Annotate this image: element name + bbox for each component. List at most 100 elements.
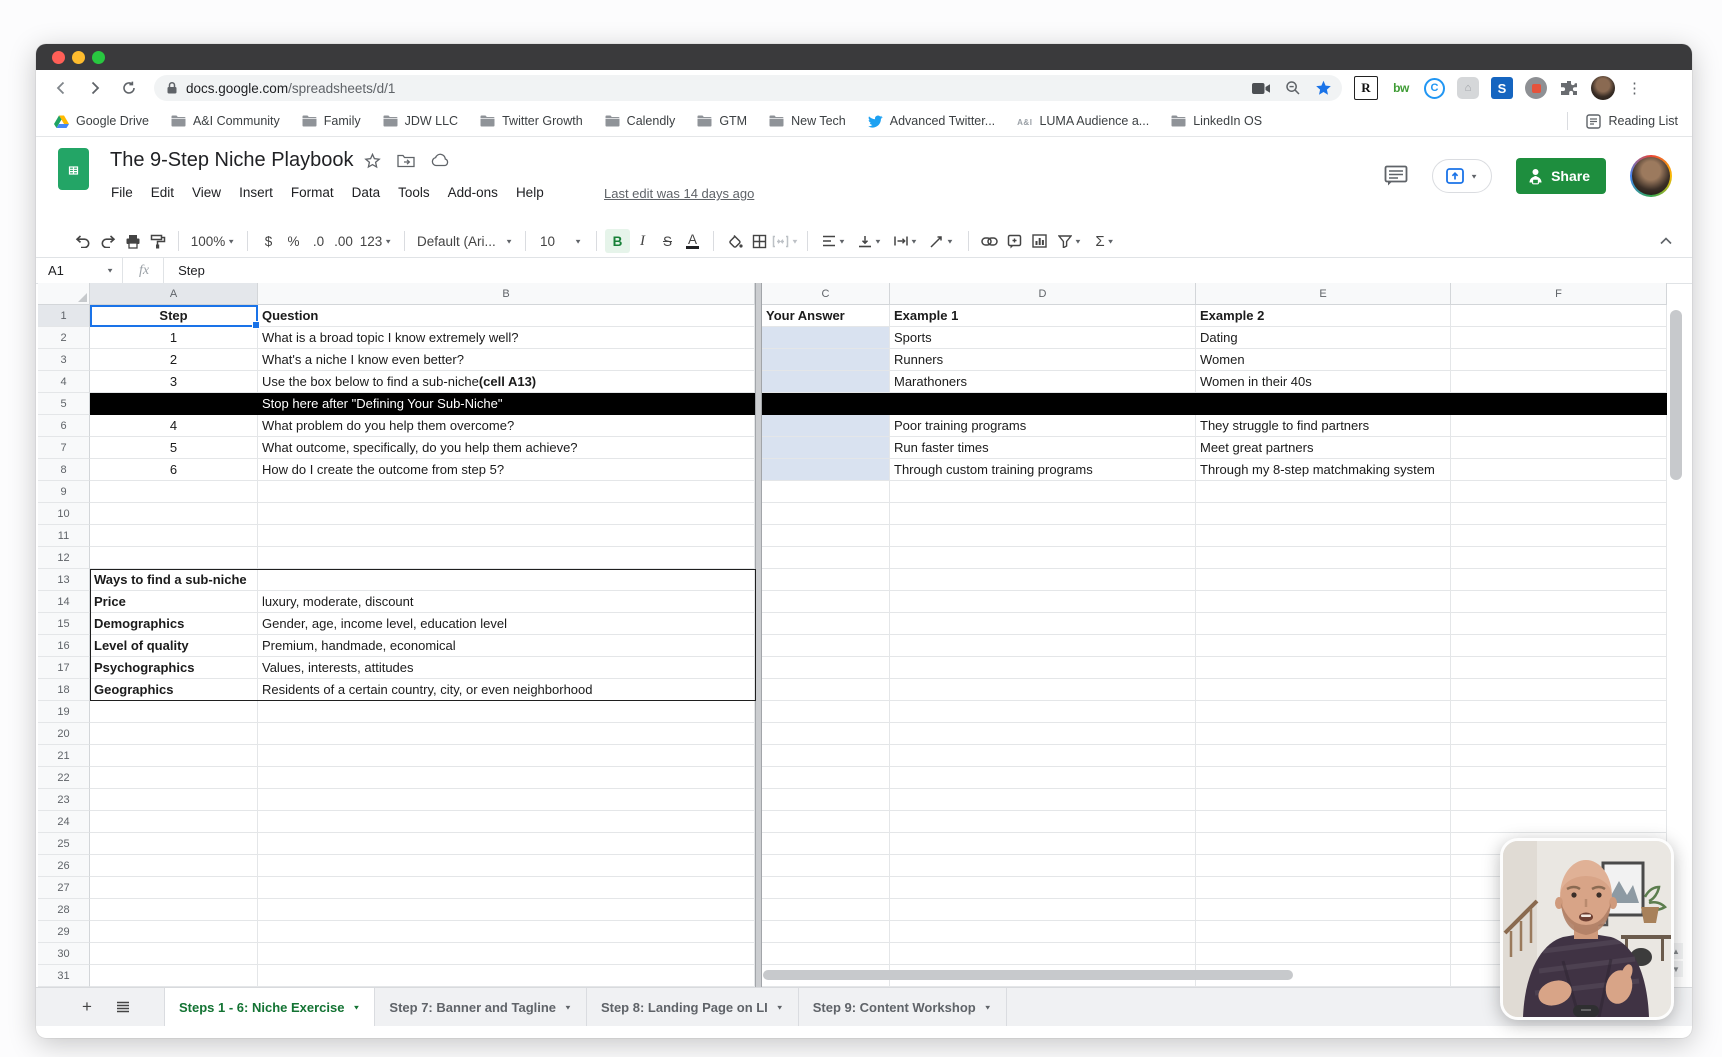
cell-D26[interactable] — [890, 855, 1196, 877]
strikethrough-button[interactable]: S — [655, 229, 680, 253]
cell-A7[interactable]: 5 — [90, 437, 258, 459]
extension-bw-icon[interactable]: bw — [1390, 77, 1412, 99]
column-header-A[interactable]: A — [90, 283, 258, 305]
cell-C19[interactable] — [762, 701, 890, 723]
cell-A11[interactable] — [90, 525, 258, 547]
redo-button[interactable] — [95, 229, 120, 253]
extension-c-icon[interactable]: C — [1424, 78, 1445, 99]
cell-D23[interactable] — [890, 789, 1196, 811]
cell-B16[interactable]: Premium, handmade, economical — [258, 635, 755, 657]
cell-D28[interactable] — [890, 899, 1196, 921]
webcam-video-overlay[interactable] — [1500, 838, 1674, 1020]
present-dropdown-caret[interactable]: ▼ — [1470, 172, 1478, 179]
cell-B12[interactable] — [258, 547, 755, 569]
column-header-D[interactable]: D — [890, 283, 1196, 305]
cell-B19[interactable] — [258, 701, 755, 723]
create-filter-button[interactable]: ▼ — [1052, 229, 1088, 253]
menu-data[interactable]: Data — [343, 181, 390, 204]
print-button[interactable] — [120, 229, 145, 253]
cell-E15[interactable] — [1196, 613, 1451, 635]
cell-C29[interactable] — [762, 921, 890, 943]
cell-B22[interactable] — [258, 767, 755, 789]
cell-A13[interactable]: Ways to find a sub-niche — [90, 569, 258, 591]
cell-D30[interactable] — [890, 943, 1196, 965]
row-header-16[interactable]: 16 — [38, 635, 90, 657]
bookmark-twitter-growth[interactable]: Twitter Growth — [480, 114, 583, 128]
cell-D14[interactable] — [890, 591, 1196, 613]
cell-C21[interactable] — [762, 745, 890, 767]
reload-button[interactable] — [116, 75, 142, 101]
bookmark-advanced-twitter[interactable]: Advanced Twitter... — [868, 114, 995, 128]
document-title[interactable]: The 9-Step Niche Playbook — [110, 149, 353, 172]
cell-E6[interactable]: They struggle to find partners — [1196, 415, 1451, 437]
cell-C27[interactable] — [762, 877, 890, 899]
row-header-5[interactable]: 5 — [38, 393, 90, 415]
vertical-align-button[interactable]: ▼ — [852, 229, 888, 253]
row-header-9[interactable]: 9 — [38, 481, 90, 503]
cell-B26[interactable] — [258, 855, 755, 877]
cell-E26[interactable] — [1196, 855, 1451, 877]
cell-F11[interactable] — [1451, 525, 1667, 547]
browser-menu-icon[interactable]: ⋮ — [1627, 79, 1642, 97]
cell-A12[interactable] — [90, 547, 258, 569]
cell-A29[interactable] — [90, 921, 258, 943]
cell-F9[interactable] — [1451, 481, 1667, 503]
cell-A25[interactable] — [90, 833, 258, 855]
functions-button[interactable]: Σ▼ — [1088, 229, 1122, 253]
comment-history-icon[interactable] — [1384, 165, 1408, 187]
row-header-18[interactable]: 18 — [38, 679, 90, 701]
cell-C20[interactable] — [762, 723, 890, 745]
cell-F6[interactable] — [1451, 415, 1667, 437]
format-percent-button[interactable]: % — [281, 229, 306, 253]
add-sheet-button[interactable]: + — [72, 992, 102, 1022]
cell-A19[interactable] — [90, 701, 258, 723]
cell-C28[interactable] — [762, 899, 890, 921]
cell-B29[interactable] — [258, 921, 755, 943]
cell-B7[interactable]: What outcome, specifically, do you help … — [258, 437, 755, 459]
sheet-tab-caret[interactable]: ▼ — [776, 1003, 784, 1010]
cell-E30[interactable] — [1196, 943, 1451, 965]
minimize-window-button[interactable] — [72, 51, 85, 64]
cell-B31[interactable] — [258, 965, 755, 987]
cloud-status-icon[interactable] — [431, 153, 450, 167]
cell-C4[interactable] — [762, 371, 890, 393]
cell-A26[interactable] — [90, 855, 258, 877]
cell-E3[interactable]: Women — [1196, 349, 1451, 371]
font-select[interactable]: Default (Ari...▼ — [413, 229, 517, 253]
cell-D15[interactable] — [890, 613, 1196, 635]
cell-E28[interactable] — [1196, 899, 1451, 921]
extension-generic-icon[interactable]: ⌂ — [1457, 77, 1479, 99]
cell-D1[interactable]: Example 1 — [890, 305, 1196, 327]
cell-C13[interactable] — [762, 569, 890, 591]
cell-E13[interactable] — [1196, 569, 1451, 591]
cell-F5[interactable] — [1451, 393, 1667, 415]
cell-D18[interactable] — [890, 679, 1196, 701]
vertical-scrollbar[interactable] — [1670, 310, 1682, 480]
cell-C24[interactable] — [762, 811, 890, 833]
cell-A24[interactable] — [90, 811, 258, 833]
cell-E16[interactable] — [1196, 635, 1451, 657]
font-size-select[interactable]: 10▼ — [534, 229, 588, 253]
row-header-26[interactable]: 26 — [38, 855, 90, 877]
menu-tools[interactable]: Tools — [389, 181, 439, 204]
increase-decimals-button[interactable]: .00 — [331, 229, 356, 253]
cell-A20[interactable] — [90, 723, 258, 745]
cell-F18[interactable] — [1451, 679, 1667, 701]
row-header-11[interactable]: 11 — [38, 525, 90, 547]
cell-B24[interactable] — [258, 811, 755, 833]
sheet-tab-caret[interactable]: ▼ — [352, 1003, 360, 1010]
cell-A23[interactable] — [90, 789, 258, 811]
row-header-17[interactable]: 17 — [38, 657, 90, 679]
menu-edit[interactable]: Edit — [142, 181, 183, 204]
cell-D12[interactable] — [890, 547, 1196, 569]
cell-F1[interactable] — [1451, 305, 1667, 327]
cell-A15[interactable]: Demographics — [90, 613, 258, 635]
cell-E5[interactable] — [1196, 393, 1451, 415]
fill-color-button[interactable] — [722, 229, 747, 253]
cell-F4[interactable] — [1451, 371, 1667, 393]
menu-file[interactable]: File — [102, 181, 142, 204]
cell-E22[interactable] — [1196, 767, 1451, 789]
all-sheets-button[interactable] — [108, 992, 138, 1022]
cell-F14[interactable] — [1451, 591, 1667, 613]
cell-E8[interactable]: Through my 8-step matchmaking system — [1196, 459, 1451, 481]
